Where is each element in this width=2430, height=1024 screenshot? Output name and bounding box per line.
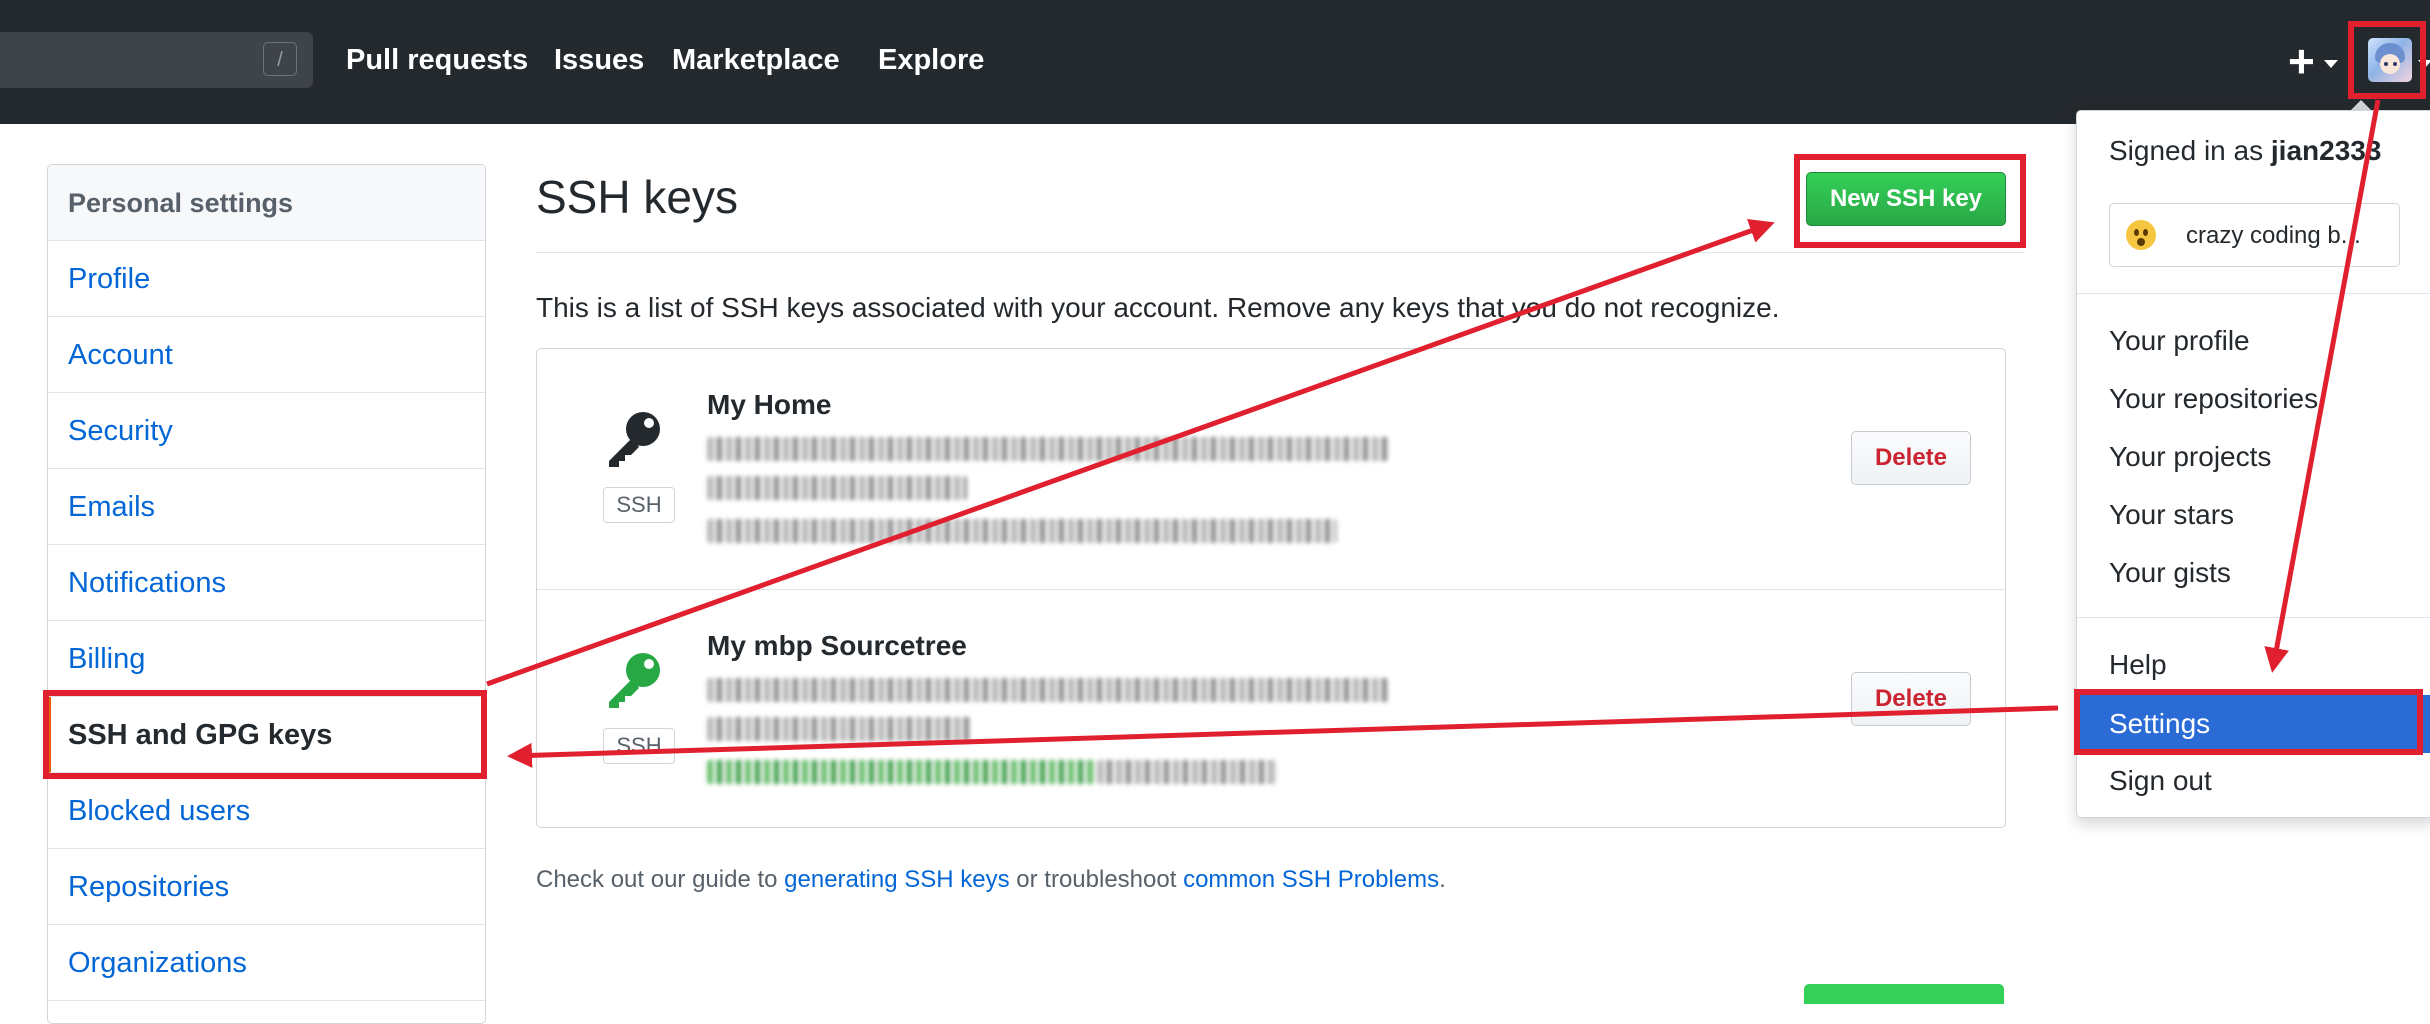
nav-issues[interactable]: Issues xyxy=(554,44,644,77)
menu-item-help[interactable]: Help xyxy=(2109,649,2167,681)
settings-sidebar: Personal settings Profile Account Securi… xyxy=(47,164,486,1024)
sidebar-item-security[interactable]: Security xyxy=(48,393,485,469)
menu-item-sign-out[interactable]: Sign out xyxy=(2109,765,2212,797)
ssh-badge: SSH xyxy=(603,487,675,523)
sidebar-item-ssh-gpg-keys[interactable]: SSH and GPG keys xyxy=(48,697,485,773)
chevron-down-icon xyxy=(2324,60,2338,68)
delete-key-button[interactable]: Delete xyxy=(1851,672,1971,726)
sidebar-item-blocked-users[interactable]: Blocked users xyxy=(48,773,485,849)
nav-explore[interactable]: Explore xyxy=(878,44,984,77)
page-title: SSH keys xyxy=(536,171,738,223)
new-ssh-key-button[interactable]: New SSH key xyxy=(1806,172,2006,226)
menu-item-settings[interactable]: Settings xyxy=(2077,695,2430,753)
key-fingerprint-redacted xyxy=(707,437,1389,461)
delete-key-button[interactable]: Delete xyxy=(1851,431,1971,485)
signed-in-as: Signed in as jian2333 xyxy=(2109,135,2381,167)
partial-green-button[interactable] xyxy=(1804,984,2004,1004)
key-last-used-redacted xyxy=(707,760,1097,784)
ssh-badge: SSH xyxy=(603,728,675,764)
sidebar-item-emails[interactable]: Emails xyxy=(48,469,485,545)
sidebar-heading: Personal settings xyxy=(48,165,485,241)
generating-ssh-keys-link[interactable]: generating SSH keys xyxy=(784,866,1009,893)
key-icon xyxy=(609,653,660,708)
sidebar-item-repositories[interactable]: Repositories xyxy=(48,849,485,925)
search-input[interactable]: / xyxy=(0,32,313,88)
list-item: SSH My mbp Sourcetree Delete xyxy=(537,589,2005,830)
key-title: My mbp Sourcetree xyxy=(707,630,967,661)
status-text: crazy coding b... xyxy=(2186,222,2361,249)
signed-in-prefix: Signed in as xyxy=(2109,135,2271,166)
username: jian2333 xyxy=(2270,135,2382,166)
key-added-date-redacted xyxy=(707,717,971,741)
menu-item-your-stars[interactable]: Your stars xyxy=(2109,499,2234,531)
astonished-face-emoji-icon xyxy=(2126,220,2156,250)
top-header: / Pull requests Issues Marketplace Explo… xyxy=(0,0,2430,124)
menu-item-your-gists[interactable]: Your gists xyxy=(2109,557,2231,589)
common-ssh-problems-link[interactable]: common SSH Problems xyxy=(1183,866,1439,893)
key-icon xyxy=(609,412,660,467)
help-text-prefix: Check out our guide to xyxy=(536,866,785,893)
key-added-date-redacted xyxy=(707,476,967,500)
sidebar-item-profile[interactable]: Profile xyxy=(48,241,485,317)
user-dropdown-menu: Signed in as jian2333 crazy coding b... … xyxy=(2076,110,2430,818)
key-title: My Home xyxy=(707,389,832,420)
key-fingerprint-redacted xyxy=(707,678,1389,702)
title-divider xyxy=(536,252,2025,253)
sidebar-item-billing[interactable]: Billing xyxy=(48,621,485,697)
ssh-keys-description: This is a list of SSH keys associated wi… xyxy=(536,292,1780,323)
key-last-used-redacted xyxy=(1097,760,1277,784)
plus-icon[interactable]: + xyxy=(2288,36,2315,86)
nav-pull-requests[interactable]: Pull requests xyxy=(346,44,528,77)
menu-divider xyxy=(2077,293,2430,294)
ssh-help-text: Check out our guide to generating SSH ke… xyxy=(536,866,1446,894)
key-last-used-redacted xyxy=(707,519,1337,543)
set-status-button[interactable]: crazy coding b... xyxy=(2109,203,2400,267)
search-shortcut-hint: / xyxy=(263,42,297,76)
menu-divider xyxy=(2077,617,2430,618)
help-text-suffix: . xyxy=(1439,866,1446,893)
sidebar-item-organizations[interactable]: Organizations xyxy=(48,925,485,1001)
menu-item-your-profile[interactable]: Your profile xyxy=(2109,325,2250,357)
sidebar-item-account[interactable]: Account xyxy=(48,317,485,393)
menu-item-your-repositories[interactable]: Your repositories xyxy=(2109,383,2318,415)
avatar-chevron-down-icon xyxy=(2418,60,2430,68)
ssh-key-list: SSH My Home Delete SSH My mbp Sourcetree… xyxy=(536,348,2006,828)
avatar[interactable] xyxy=(2368,38,2412,82)
sidebar-item-notifications[interactable]: Notifications xyxy=(48,545,485,621)
menu-item-settings-label: Settings xyxy=(2109,708,2211,739)
menu-item-your-projects[interactable]: Your projects xyxy=(2109,441,2271,473)
list-item: SSH My Home Delete xyxy=(537,349,2005,589)
help-text-middle: or troubleshoot xyxy=(1009,866,1184,893)
nav-marketplace[interactable]: Marketplace xyxy=(672,44,840,77)
